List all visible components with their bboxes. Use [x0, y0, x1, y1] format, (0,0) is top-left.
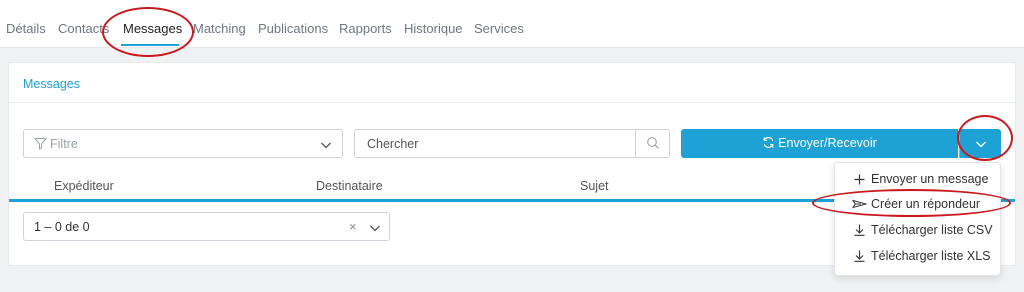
chevron-down-icon: [320, 138, 332, 150]
pagination-select[interactable]: 1 – 0 de 0 ×: [23, 212, 390, 241]
menu-item-create-responder[interactable]: Créer un répondeur: [851, 197, 980, 213]
pagination-text: 1 – 0 de 0: [34, 220, 90, 234]
clear-icon[interactable]: ×: [349, 219, 357, 234]
tab-publications[interactable]: Publications: [258, 21, 328, 36]
menu-item-download-csv[interactable]: Télécharger liste CSV: [851, 223, 993, 239]
send-options-menu: Envoyer un message Créer un répondeur Té…: [834, 162, 1001, 276]
search-button[interactable]: [635, 130, 669, 157]
menu-item-download-xls[interactable]: Télécharger liste XLS: [851, 249, 991, 265]
plane-icon: [851, 198, 868, 213]
column-header-recipient[interactable]: Destinataire: [316, 179, 383, 193]
filter-placeholder: Filtre: [50, 137, 78, 151]
tab-messages[interactable]: Messages: [123, 21, 182, 36]
send-receive-label: Envoyer/Recevoir: [778, 136, 877, 150]
download-icon: [851, 250, 867, 265]
search-icon: [647, 137, 659, 149]
filter-icon: [33, 137, 48, 151]
search-input[interactable]: Chercher: [354, 129, 670, 158]
filter-select[interactable]: Filtre: [23, 129, 343, 158]
divider: [9, 102, 1015, 103]
search-placeholder: Chercher: [367, 137, 419, 151]
send-options-dropdown-button[interactable]: [959, 129, 1001, 158]
tab-contacts[interactable]: Contacts: [58, 21, 109, 36]
tab-details[interactable]: Détails: [6, 21, 46, 36]
tab-bar: Détails Contacts Messages Matching Publi…: [0, 0, 1024, 48]
column-header-subject[interactable]: Sujet: [580, 179, 609, 193]
tab-historique[interactable]: Historique: [404, 21, 463, 36]
sync-icon: [763, 137, 774, 148]
tab-matching[interactable]: Matching: [193, 21, 246, 36]
column-header-sender[interactable]: Expéditeur: [54, 179, 114, 193]
panel-title: Messages: [23, 77, 80, 91]
chevron-down-icon: [976, 141, 986, 148]
send-receive-button[interactable]: Envoyer/Recevoir: [681, 129, 958, 158]
menu-item-send-message[interactable]: Envoyer un message: [851, 172, 988, 188]
plus-icon: [851, 174, 867, 188]
chevron-down-icon[interactable]: [369, 221, 381, 239]
active-tab-indicator: [121, 44, 179, 46]
download-icon: [851, 224, 867, 239]
tab-rapports[interactable]: Rapports: [339, 21, 392, 36]
tab-services[interactable]: Services: [474, 21, 524, 36]
